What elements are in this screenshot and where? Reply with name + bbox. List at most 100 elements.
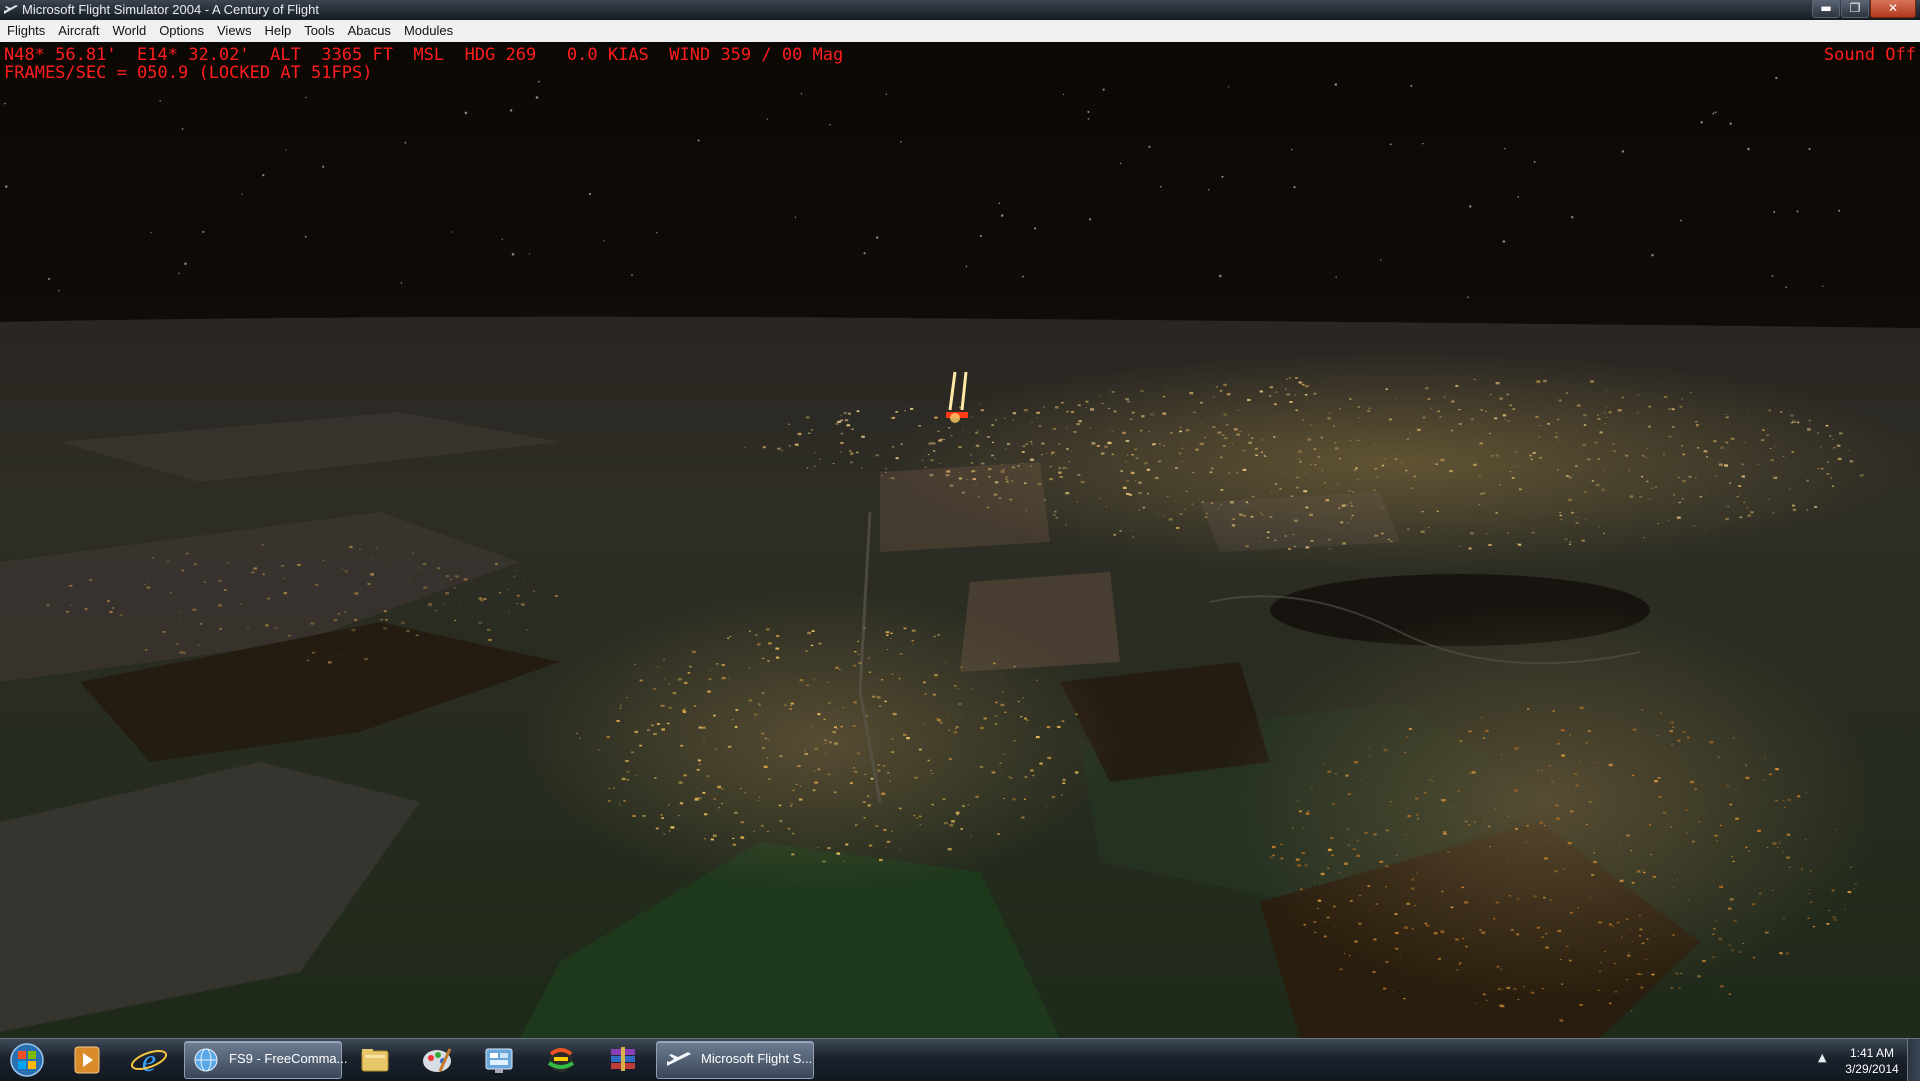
ground-light xyxy=(1735,817,1739,820)
star xyxy=(1469,205,1472,208)
menu-tools[interactable]: Tools xyxy=(297,21,340,41)
ground-light xyxy=(1597,417,1601,420)
ground-light xyxy=(844,419,849,422)
ground-light xyxy=(797,432,802,436)
ground-light xyxy=(1002,674,1004,676)
internet-explorer-icon[interactable]: e xyxy=(122,1041,176,1079)
menu-flights[interactable]: Flights xyxy=(0,21,51,41)
ground-light xyxy=(798,798,803,801)
ground-light xyxy=(1302,827,1304,828)
ground-light xyxy=(1714,834,1718,837)
ground-light xyxy=(1767,498,1770,500)
windows-orb-icon[interactable] xyxy=(6,1042,48,1078)
close-button[interactable]: ✕ xyxy=(1870,0,1916,18)
ground-light xyxy=(1814,506,1818,508)
file-explorer-icon[interactable] xyxy=(348,1041,402,1079)
ground-light xyxy=(1782,850,1785,852)
ground-light xyxy=(868,844,873,847)
ground-light xyxy=(1009,498,1013,501)
show-desktop-button[interactable] xyxy=(1907,1039,1920,1081)
ground-light xyxy=(1686,832,1688,834)
ground-light xyxy=(1053,514,1056,516)
ground-light xyxy=(1764,941,1766,943)
ground-light xyxy=(1223,383,1227,386)
winrar-icon[interactable] xyxy=(596,1041,650,1079)
ground-light xyxy=(459,605,462,607)
ground-light xyxy=(106,600,110,603)
task-fs9-freecommander[interactable]: FS9 - FreeComma... xyxy=(184,1041,347,1079)
maximize-button[interactable]: ❐ xyxy=(1841,0,1869,18)
ground-light xyxy=(1558,399,1562,402)
menu-abacus[interactable]: Abacus xyxy=(341,21,397,41)
ground-light xyxy=(1211,436,1213,438)
media-player-icon[interactable] xyxy=(60,1041,114,1079)
ground-light xyxy=(1741,475,1745,478)
ground-light xyxy=(616,719,620,722)
ground-light xyxy=(380,618,383,621)
ground-light xyxy=(1239,513,1243,516)
ground-light xyxy=(1569,541,1572,543)
flight-view[interactable]: N48* 56.81' E14* 32.02' ALT 3365 FT MSL … xyxy=(0,42,1920,1038)
ground-light xyxy=(1473,463,1477,466)
ground-light xyxy=(612,787,615,789)
ground-light xyxy=(835,422,839,425)
ground-light xyxy=(1805,791,1807,793)
ground-light xyxy=(1024,482,1027,484)
minimize-button[interactable]: ▬ xyxy=(1812,0,1840,18)
ground-light xyxy=(829,741,832,744)
ground-light xyxy=(1206,512,1208,514)
ground-light xyxy=(1017,465,1020,467)
ground-light xyxy=(678,814,681,817)
ground-light xyxy=(1060,794,1063,796)
ground-light xyxy=(840,414,842,416)
ground-light xyxy=(987,436,990,438)
ground-light xyxy=(1507,420,1510,422)
ground-light xyxy=(1054,406,1059,409)
ground-light xyxy=(836,711,838,713)
ground-light xyxy=(1468,730,1472,733)
menu-options[interactable]: Options xyxy=(152,21,210,41)
menu-views[interactable]: Views xyxy=(210,21,257,41)
ground-light xyxy=(867,804,871,807)
ground-light xyxy=(915,817,919,819)
ground-light xyxy=(1242,468,1247,471)
star xyxy=(588,192,592,196)
ground-light xyxy=(1138,481,1142,484)
ground-light xyxy=(1346,828,1350,831)
task-microsoft-flight-simulator[interactable]: Microsoft Flight S... xyxy=(656,1041,814,1079)
ground-light xyxy=(1495,454,1500,457)
ground-light xyxy=(1269,516,1273,518)
taskbar-clock[interactable]: 1:41 AM 3/29/2014 xyxy=(1836,1045,1908,1077)
ground-light xyxy=(661,728,665,731)
ground-light xyxy=(849,782,853,785)
ground-light xyxy=(1406,438,1409,440)
star xyxy=(1533,161,1536,163)
ground-light xyxy=(1640,986,1644,989)
ground-light xyxy=(1817,468,1820,470)
menu-aircraft[interactable]: Aircraft xyxy=(51,21,105,41)
ground-light xyxy=(919,824,921,825)
ground-light xyxy=(1678,477,1680,478)
title-bar[interactable]: Microsoft Flight Simulator 2004 - A Cent… xyxy=(0,0,1920,20)
menu-world[interactable]: World xyxy=(105,21,152,41)
tray-expand-icon[interactable]: ▲ xyxy=(1818,1051,1826,1064)
color-app-icon[interactable] xyxy=(534,1041,588,1079)
ground-light xyxy=(854,651,857,653)
star xyxy=(1334,83,1338,86)
ground-light xyxy=(1547,422,1550,425)
ground-light xyxy=(895,457,899,460)
ground-light xyxy=(1624,454,1627,455)
menu-help[interactable]: Help xyxy=(257,21,297,41)
ground-light xyxy=(1245,545,1249,548)
paint-icon[interactable] xyxy=(410,1041,464,1079)
ground-light xyxy=(740,821,744,824)
ground-light xyxy=(1474,379,1476,380)
ground-light xyxy=(1376,903,1378,905)
ground-light xyxy=(1728,944,1732,946)
menu-modules[interactable]: Modules xyxy=(397,21,459,41)
ground-light xyxy=(1603,950,1606,953)
ground-light xyxy=(1295,858,1300,861)
ground-light xyxy=(179,651,183,654)
control-panel-icon[interactable] xyxy=(472,1041,526,1079)
ground-light xyxy=(962,428,964,430)
